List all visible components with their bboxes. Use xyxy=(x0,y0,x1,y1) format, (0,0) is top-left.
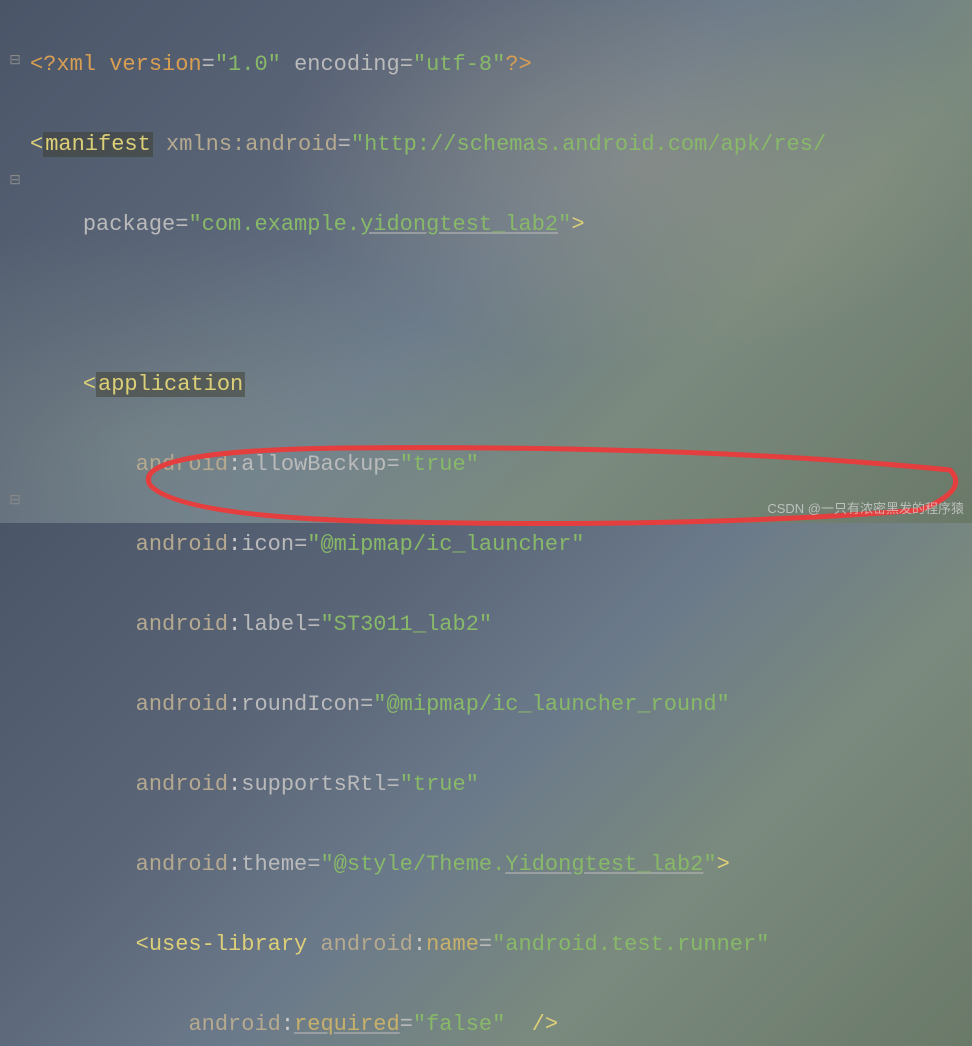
attr-value: "@mipmap/ic_launcher_round" xyxy=(373,692,729,717)
attr-name: label xyxy=(241,612,307,637)
attr-name: name xyxy=(426,932,479,957)
code-line: <application xyxy=(30,365,826,405)
code-line: android:required="false" /> xyxy=(30,1005,826,1045)
code-line: android:icon="@mipmap/ic_launcher" xyxy=(30,525,826,565)
code-line: android:allowBackup="true" xyxy=(30,445,826,485)
attr-name: package xyxy=(83,212,175,237)
attr-name: allowBackup xyxy=(241,452,386,477)
code-line: android:roundIcon="@mipmap/ic_launcher_r… xyxy=(30,685,826,725)
tag-name: manifest xyxy=(43,132,153,157)
attr-name: icon xyxy=(241,532,294,557)
code-line: android:supportsRtl="true" xyxy=(30,765,826,805)
tag-name: uses-library xyxy=(149,932,307,957)
attr-name: required xyxy=(294,1012,400,1037)
fold-icon[interactable]: ⊟ xyxy=(0,40,30,80)
tag-name: xml version xyxy=(56,52,201,77)
attr-name: encoding xyxy=(294,52,400,77)
tag-close: ?> xyxy=(505,52,531,77)
code-editor[interactable]: <?xml version="1.0" encoding="utf-8"?> <… xyxy=(30,5,826,1046)
attr-name: supportsRtl xyxy=(241,772,386,797)
code-line: android:theme="@style/Theme.Yidongtest_l… xyxy=(30,845,826,885)
code-line: android:label="ST3011_lab2" xyxy=(30,605,826,645)
code-line: <uses-library android:name="android.test… xyxy=(30,925,826,965)
attr-value: "true" xyxy=(400,452,479,477)
tag-name: application xyxy=(96,372,245,397)
attr-value: "1.0" xyxy=(215,52,281,77)
gutter: ⊟ ⊟ ⊟ xyxy=(0,0,30,523)
attr-name: roundIcon xyxy=(241,692,360,717)
attr-value: "android.test.runner" xyxy=(492,932,769,957)
attr-value: "false" xyxy=(413,1012,505,1037)
fold-icon[interactable]: ⊟ xyxy=(0,160,30,200)
attr-value: "http://schemas.android.com/apk/res/ xyxy=(351,132,826,157)
attr-name: theme xyxy=(241,852,307,877)
attr-value: "true" xyxy=(400,772,479,797)
fold-icon[interactable]: ⊟ xyxy=(0,480,30,520)
attr-value: "utf-8" xyxy=(413,52,505,77)
watermark: CSDN @一只有浓密黑发的程序猿 xyxy=(767,498,964,517)
attr-value: "ST3011_lab2" xyxy=(320,612,492,637)
code-line xyxy=(30,285,826,325)
code-line: <manifest xmlns:android="http://schemas.… xyxy=(30,125,826,165)
tag-open: <? xyxy=(30,52,56,77)
code-line: <?xml version="1.0" encoding="utf-8"?> xyxy=(30,45,826,85)
code-line: package="com.example.yidongtest_lab2"> xyxy=(30,205,826,245)
attr-value: "@mipmap/ic_launcher" xyxy=(307,532,584,557)
